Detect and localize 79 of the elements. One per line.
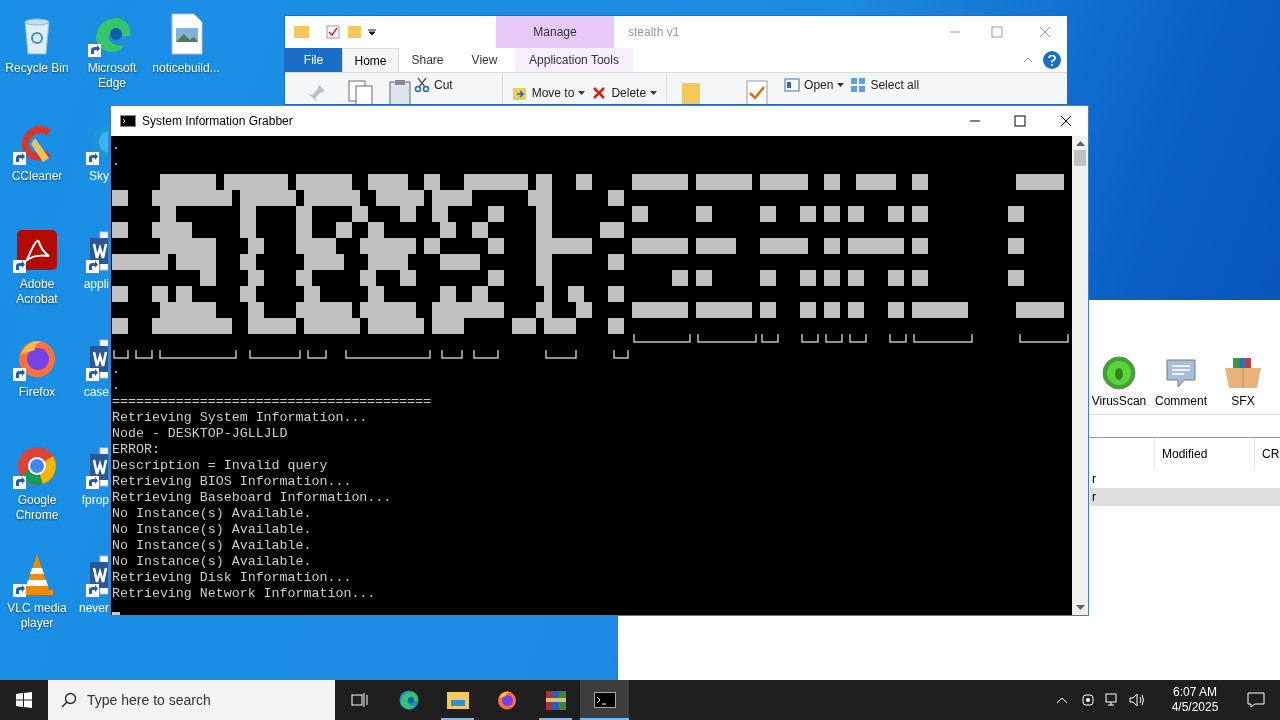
console-line: No Instance(s) Available. bbox=[112, 522, 312, 538]
toolbar-button[interactable]: VirusScan bbox=[1088, 356, 1150, 410]
ribbon-button[interactable]: Move to bbox=[508, 83, 589, 103]
windows-logo-icon bbox=[16, 692, 32, 708]
ribbon-tab[interactable]: View bbox=[456, 48, 513, 72]
speaker-icon[interactable] bbox=[1129, 693, 1147, 707]
window-title: System Information Grabber bbox=[142, 113, 293, 130]
caret-icon bbox=[837, 83, 845, 87]
console-line: No Instance(s) Available. bbox=[112, 506, 312, 522]
caret-icon bbox=[578, 91, 586, 95]
clock-date: 4/5/2025 bbox=[1171, 700, 1219, 715]
console-line: No Instance(s) Available. bbox=[112, 538, 312, 554]
help-icon[interactable] bbox=[1043, 51, 1061, 69]
console-line: Retrieving Baseboard Information... bbox=[112, 490, 392, 506]
console-line: . bbox=[112, 362, 120, 378]
console-line: ======================================== bbox=[112, 394, 432, 410]
toolbar-button[interactable]: Comment bbox=[1150, 356, 1212, 410]
clock-time: 6:07 AM bbox=[1173, 685, 1217, 700]
terminal-icon bbox=[120, 115, 136, 127]
running-indicator bbox=[539, 718, 572, 720]
console-line: Description = Invalid query bbox=[112, 458, 328, 474]
console-line: . bbox=[112, 138, 121, 154]
caret-icon bbox=[650, 91, 658, 95]
list-entry[interactable]: r bbox=[1090, 488, 1280, 506]
console-line: . bbox=[112, 378, 120, 394]
notification-icon[interactable] bbox=[1247, 692, 1265, 708]
desktop-icon-label[interactable]: never bbox=[78, 601, 109, 616]
ribbon-tab[interactable]: Application Tools bbox=[515, 48, 633, 72]
grid-icon bbox=[850, 77, 867, 93]
search-icon bbox=[61, 692, 77, 708]
context-tab-header: Manage bbox=[496, 16, 614, 48]
ribbon-tab[interactable]: Share bbox=[399, 48, 456, 72]
terminal-icon bbox=[593, 692, 616, 708]
task-view-icon bbox=[350, 692, 369, 708]
scrollbar[interactable] bbox=[1072, 136, 1088, 615]
clock[interactable]: 6:07 AM 4/5/2025 bbox=[1157, 685, 1233, 715]
close-icon bbox=[591, 85, 608, 101]
chevron-up-icon[interactable] bbox=[1056, 696, 1068, 704]
archive-books-icon bbox=[543, 688, 568, 712]
clipboard-icon[interactable] bbox=[389, 79, 411, 104]
speech-bubble-icon[interactable] bbox=[1164, 356, 1198, 390]
scroll-up-icon[interactable] bbox=[1075, 140, 1085, 146]
search-input[interactable]: Type here to search bbox=[87, 689, 317, 711]
ribbon-button[interactable]: Cut bbox=[411, 75, 456, 95]
taskbar-app-button[interactable] bbox=[580, 680, 629, 720]
text-cursor bbox=[112, 612, 120, 615]
desktop-icon-label[interactable]: VLC media player bbox=[1, 601, 73, 631]
running-indicator bbox=[580, 718, 629, 720]
box-icon[interactable] bbox=[1223, 356, 1263, 390]
console-line: . bbox=[112, 154, 121, 170]
scrollbar-thumb[interactable] bbox=[1074, 150, 1086, 166]
checklist-icon[interactable] bbox=[326, 25, 340, 39]
tray-app-icon[interactable] bbox=[1081, 693, 1095, 707]
ribbon-tab[interactable]: File bbox=[285, 48, 342, 72]
running-indicator bbox=[441, 718, 474, 720]
close-icon[interactable] bbox=[1060, 115, 1072, 127]
ribbon-tab[interactable]: Home bbox=[342, 48, 399, 72]
caret-icon[interactable] bbox=[368, 28, 376, 36]
ribbon-button[interactable]: Open bbox=[781, 75, 848, 95]
console-line: No Instance(s) Available. bbox=[112, 554, 312, 570]
collapse-ribbon-icon[interactable] bbox=[1023, 56, 1033, 64]
scissors-icon bbox=[414, 77, 430, 93]
toolbar-button[interactable]: SFX bbox=[1212, 356, 1274, 410]
console-line: Retrieving System Information... bbox=[112, 410, 368, 426]
maximize-icon[interactable] bbox=[1014, 115, 1026, 127]
search-field[interactable]: Type here to search bbox=[48, 680, 335, 720]
console-line: Retrieving Network Information... bbox=[112, 586, 376, 602]
console-line: Retrieving Disk Information... bbox=[112, 570, 352, 586]
desktop-icon-label[interactable]: fprop bbox=[81, 493, 109, 508]
folder-icon bbox=[445, 689, 470, 711]
checklist-icon[interactable] bbox=[745, 79, 770, 104]
window-icon bbox=[784, 77, 801, 93]
scroll-down-icon[interactable] bbox=[1075, 605, 1085, 611]
console-line: ERROR: bbox=[112, 442, 160, 458]
ribbon-button[interactable]: Select all bbox=[847, 75, 923, 95]
console-line: Node - DESKTOP-JGLLJLD bbox=[112, 426, 288, 442]
console-line: Retrieving BIOS Information... bbox=[112, 474, 352, 490]
window-title: stealth v1 bbox=[628, 24, 680, 41]
ribbon-button[interactable]: Delete bbox=[588, 83, 661, 103]
